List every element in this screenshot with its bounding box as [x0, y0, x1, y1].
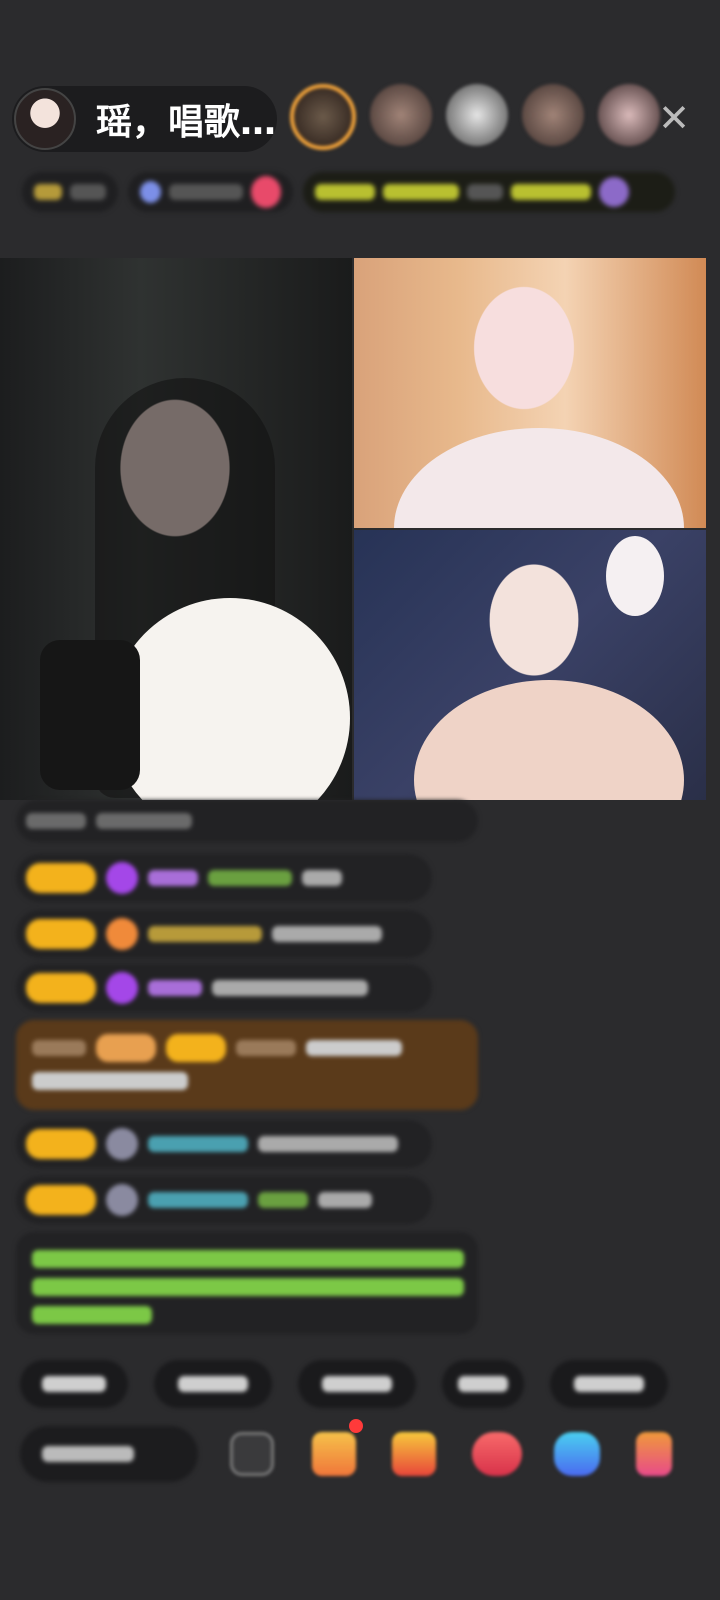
- chat-message[interactable]: [16, 910, 432, 958]
- guest-video-1[interactable]: [354, 258, 706, 528]
- gift-icon[interactable]: [312, 1432, 356, 1476]
- activity-chip[interactable]: [303, 172, 675, 212]
- room-info-row: [22, 168, 692, 216]
- audience-avatar[interactable]: [598, 84, 660, 146]
- audience-avatar[interactable]: [446, 84, 508, 146]
- user-avatar-icon: [106, 1128, 138, 1160]
- audience-avatars: [290, 84, 660, 150]
- notification-dot: [349, 1419, 363, 1433]
- close-icon[interactable]: ✕: [656, 99, 692, 137]
- video-figure: [414, 680, 684, 800]
- gift-avatar-icon: [106, 918, 138, 950]
- system-announcement: [16, 1232, 478, 1334]
- host-info-pill[interactable]: 瑶，唱歌…: [12, 86, 277, 152]
- flower-decoration: [606, 536, 664, 616]
- level-badge: [26, 1185, 96, 1215]
- hot-chip[interactable]: [128, 172, 293, 212]
- guest-video-2[interactable]: [354, 530, 706, 800]
- video-figure: [394, 428, 684, 528]
- audience-avatar[interactable]: [522, 84, 584, 146]
- highlighted-chat-message[interactable]: [16, 1020, 478, 1110]
- quick-reply-chip[interactable]: [442, 1360, 524, 1408]
- gem-icon: [106, 972, 138, 1004]
- level-badge: [26, 1129, 96, 1159]
- chat-message[interactable]: [16, 800, 478, 842]
- chat-message[interactable]: [16, 1120, 432, 1168]
- audience-avatar[interactable]: [370, 84, 432, 146]
- chat-icon[interactable]: [554, 1432, 600, 1476]
- level-badge: [26, 863, 96, 893]
- host-name[interactable]: 瑶，唱歌…: [96, 93, 276, 145]
- chat-message[interactable]: [16, 964, 432, 1012]
- chat-message[interactable]: [16, 1176, 432, 1224]
- audience-avatar[interactable]: [290, 84, 356, 150]
- emoji-icon[interactable]: [230, 1432, 274, 1476]
- quick-reply-chip[interactable]: [550, 1360, 668, 1408]
- gem-icon: [106, 862, 138, 894]
- quick-reply-row: [20, 1360, 668, 1408]
- host-avatar[interactable]: [14, 88, 76, 150]
- quick-reply-chip[interactable]: [20, 1360, 128, 1408]
- level-badge: [26, 973, 96, 1003]
- quick-reply-chip[interactable]: [154, 1360, 272, 1408]
- pk-icon[interactable]: [636, 1432, 672, 1476]
- quick-reply-chip[interactable]: [298, 1360, 416, 1408]
- comment-input[interactable]: [20, 1426, 198, 1482]
- live-room-screen: 瑶，唱歌… ✕: [0, 0, 720, 1600]
- chat-message[interactable]: [16, 854, 432, 902]
- user-avatar-icon: [106, 1184, 138, 1216]
- microphone-graphic: [40, 640, 140, 790]
- heart-icon[interactable]: [472, 1432, 522, 1476]
- rank-chip[interactable]: [22, 172, 118, 212]
- treasure-chest-icon[interactable]: [392, 1432, 436, 1476]
- level-badge: [26, 919, 96, 949]
